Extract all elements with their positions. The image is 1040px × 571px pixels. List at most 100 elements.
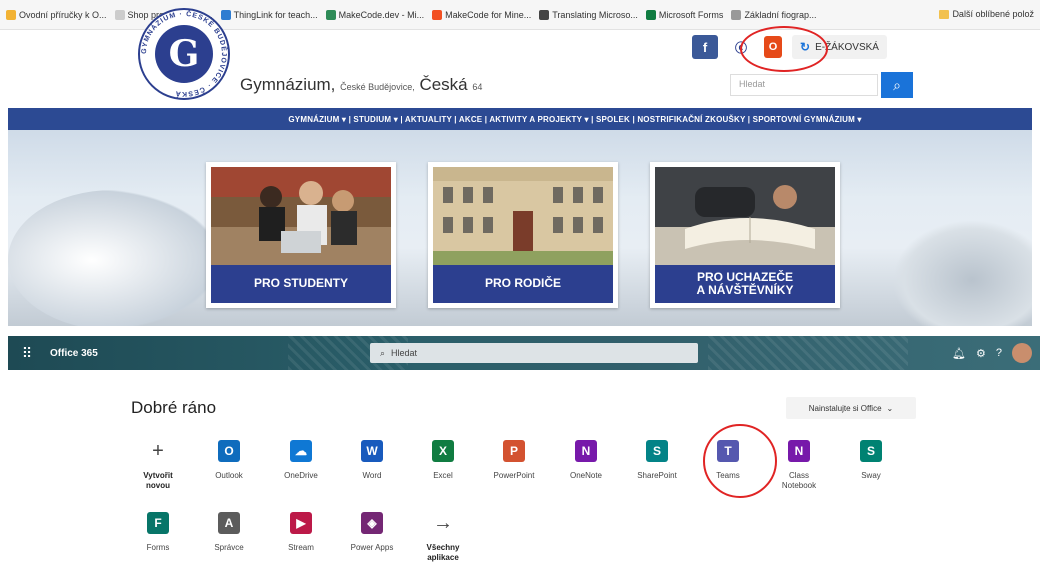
screenshot: Ovodní příručky k O...Shop pro bojové sp… [0,0,1040,571]
app-label: Vytvořit novou [143,471,173,490]
bookmark-favicon-icon [6,9,16,20]
app-tile-onedrive[interactable]: ☁ OneDrive [272,440,330,481]
search-placeholder: Hledat [391,348,418,358]
students-photo [211,167,391,265]
app-tile-sway[interactable]: S Sway [842,440,900,481]
hero-banner: PRO STUDENTY PRO RODIČE PRO UCHAZEČE A N… [8,130,1032,326]
app-tile-excel[interactable]: X Excel [414,440,472,481]
folder-icon [939,9,950,19]
app-label: Sway [861,471,881,480]
app-label: SharePoint [637,471,677,480]
app-label: Excel [433,471,453,480]
emblem-ring: GYMNÁZIUM · ČESKÉ BUDĚJOVICE · ČESKÁ [141,9,228,99]
bookmark-favicon-icon [325,9,336,20]
card-label: PRO UCHAZEČE A NÁVŠTĚVNÍKY [655,265,835,303]
install-office-label: Nainstalujte si Office [808,403,882,413]
powerpoint-icon: P [503,440,525,462]
book-photo [655,167,835,265]
bookmark-item[interactable]: Translating Microso... [539,9,638,20]
header-pattern [708,336,908,370]
chevron-down-icon: ⌄ [886,403,894,413]
app-tile-outlook[interactable]: O Outlook [200,440,258,481]
facebook-icon[interactable]: f [692,35,718,59]
school-search-input[interactable]: Hledat [730,74,878,96]
bookmark-label: Ovodní příručky k O... [19,9,107,20]
office365-header: ⠿ Office 365 ⌕ Hledat 🔔︎ ⚙ ? [8,336,1040,370]
app-tile-všechny-aplikace[interactable]: → Všechny aplikace [414,512,472,563]
class-notebook-icon: N [788,440,810,462]
annotation-circle-teams [703,424,777,498]
bookmark-label: MakeCode.dev - Mi... [338,9,425,20]
power-apps-icon: ◈ [361,512,383,534]
všechny-aplikace-icon: → [433,511,453,534]
app-tile-class-notebook[interactable]: N Class Notebook [770,440,828,491]
hero-cloud [8,190,218,326]
bookmark-item[interactable]: MakeCode.dev - Mi... [325,9,425,20]
app-label: Všechny aplikace [426,543,460,562]
excel-icon: X [432,440,454,462]
search-icon: ⌕ [893,76,901,93]
app-label: OneDrive [284,471,318,480]
sharepoint-icon: S [646,440,668,462]
school-street: Česká [419,75,468,94]
search-button[interactable]: ⌕ [881,72,913,98]
vytvořit-novou-icon: + [152,439,164,462]
stream-icon: ▶ [290,512,312,534]
office365-search-input[interactable]: ⌕ Hledat [370,343,698,363]
main-navigation[interactable]: GYMNÁZIUM ▾ | STUDIUM ▾ | AKTUALITY | AK… [8,108,1032,130]
bookmark-favicon-icon [645,9,656,20]
school-city: České Budějovice, [340,82,415,92]
bookmark-label: Základní fiograp... [744,9,817,20]
card-students[interactable]: PRO STUDENTY [206,162,396,308]
app-tile-sharepoint[interactable]: S SharePoint [628,440,686,481]
help-icon[interactable]: ? [996,347,1002,359]
school-building-photo [433,167,613,265]
app-label: Power Apps [350,543,394,552]
app-label: Class Notebook [781,471,817,490]
app-tile-powerpoint[interactable]: P PowerPoint [485,440,543,481]
app-tile-stream[interactable]: ▶ Stream [272,512,330,553]
card-parents[interactable]: PRO RODIČE [428,162,618,308]
bookmark-favicon-icon [539,9,550,20]
app-label: Správce [214,543,244,552]
card-applicants[interactable]: PRO UCHAZEČE A NÁVŠTĚVNÍKY [650,162,840,308]
emblem-ring-text: GYMNÁZIUM · ČESKÉ BUDĚJOVICE · ČESKÁ [141,9,228,99]
header-actions: 🔔︎ ⚙ ? [952,343,1032,363]
bookmark-label: ThingLink for teach... [233,9,318,20]
outlook-icon: O [218,440,240,462]
app-label: PowerPoint [493,471,535,480]
app-label: Word [362,471,382,480]
onedrive-icon: ☁ [290,440,312,462]
office365-title[interactable]: Office 365 [50,348,98,359]
app-label: OneNote [569,471,603,480]
bookmark-label: Microsoft Forms [658,9,724,20]
bookmark-label: MakeCode for Mine... [445,9,532,20]
bookmark-favicon-icon [731,9,742,20]
bookmark-item[interactable]: ThingLink for teach... [220,9,318,20]
správce-icon: A [218,512,240,534]
bookmark-item[interactable]: Microsoft Forms [645,9,724,20]
annotation-circle-office [740,26,828,72]
app-tile-word[interactable]: W Word [343,440,401,481]
hero-cloud [892,220,1032,326]
app-tile-správce[interactable]: A Správce [200,512,258,553]
school-emblem[interactable]: GYMNÁZIUM · ČESKÉ BUDĚJOVICE · ČESKÁ G [138,8,230,100]
avatar[interactable] [1012,343,1032,363]
bookmark-favicon-icon [114,9,125,20]
app-label: Outlook [215,471,243,480]
bookmark-item[interactable]: Ovodní příručky k O... [6,9,107,20]
notifications-icon[interactable]: 🔔︎ [952,347,966,360]
bookmark-item[interactable]: Základní fiograp... [731,9,817,20]
bookmark-other-favorites[interactable]: Další oblíbené polož [939,9,1034,19]
app-tile-onenote[interactable]: N OneNote [557,440,615,481]
sway-icon: S [860,440,882,462]
app-tile-vytvořit-novou[interactable]: + Vytvořit novou [129,440,187,491]
settings-icon[interactable]: ⚙ [976,347,986,360]
app-tile-power-apps[interactable]: ◈ Power Apps [343,512,401,553]
bookmark-item[interactable]: MakeCode for Mine... [432,9,532,20]
school-name: Gymnázium, [240,75,336,94]
install-office-button[interactable]: Nainstalujte si Office ⌄ [786,397,916,419]
app-launcher-icon[interactable]: ⠿ [8,336,46,370]
app-tile-forms[interactable]: F Forms [129,512,187,553]
school-title: Gymnázium, České Budějovice, Česká 64 [240,75,482,95]
